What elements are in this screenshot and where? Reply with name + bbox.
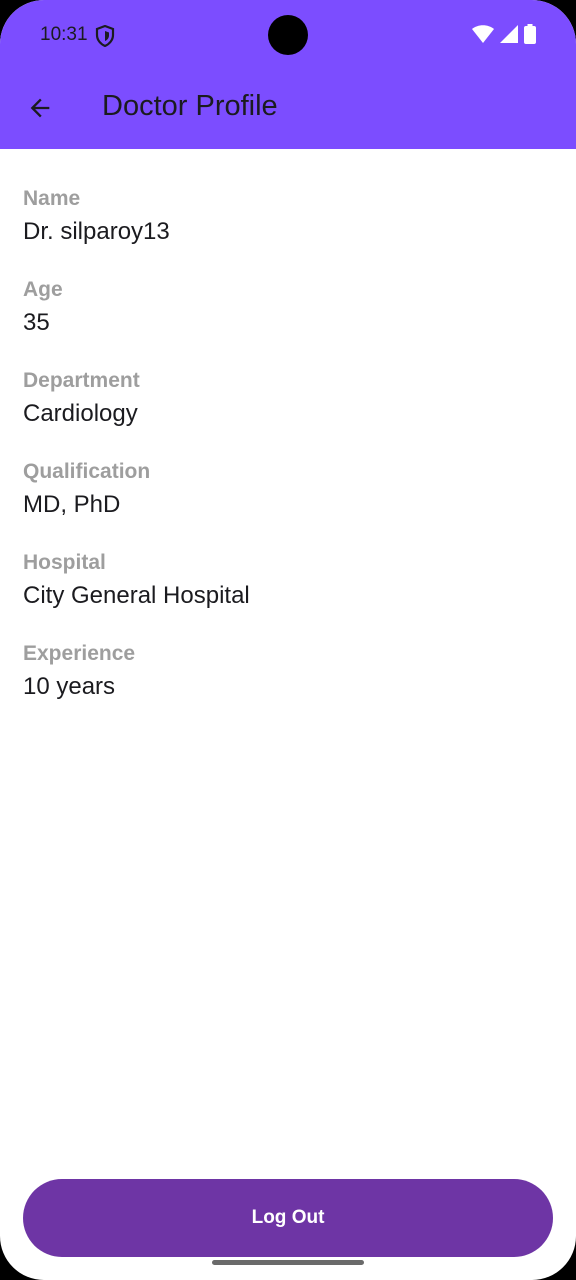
page-title: Doctor Profile	[102, 90, 278, 122]
system-icons	[472, 23, 536, 49]
field-value: Cardiology	[23, 400, 138, 427]
app-bar: Doctor Profile	[0, 70, 576, 149]
status-time: 10:31	[40, 24, 88, 45]
signal-icon	[500, 24, 518, 48]
field-value: 10 years	[23, 673, 116, 700]
wifi-icon	[472, 24, 494, 48]
profile-field-department: Department Cardiology	[23, 367, 553, 458]
profile-field-hospital: Hospital City General Hospital	[23, 549, 553, 640]
battery-icon	[524, 23, 536, 49]
field-value: Dr. silparoy13	[23, 218, 170, 245]
profile-field-name: Name Dr. silparoy13	[23, 185, 553, 276]
field-value: MD, PhD	[23, 491, 121, 518]
arrow-back-icon[interactable]	[22, 90, 58, 126]
doctor-profile-screen: 10:31 Doctor Profile Name Dr. silparoy13…	[0, 0, 576, 1280]
field-value: City General Hospital	[23, 582, 250, 609]
field-label: Name	[23, 187, 81, 210]
field-label: Hospital	[23, 551, 106, 574]
field-label: Age	[23, 278, 63, 301]
profile-field-age: Age 35	[23, 276, 553, 367]
field-label: Qualification	[23, 460, 151, 483]
home-indicator[interactable]	[212, 1260, 364, 1265]
logout-button[interactable]: Log Out	[23, 1179, 553, 1257]
shield-icon	[95, 24, 115, 48]
profile-field-qualification: Qualification MD, PhD	[23, 458, 553, 549]
profile-field-experience: Experience 10 years	[23, 640, 553, 731]
field-label: Experience	[23, 642, 136, 665]
field-label: Department	[23, 369, 140, 392]
field-value: 35	[23, 309, 50, 336]
camera-cutout	[268, 15, 308, 55]
status-bar: 10:31	[0, 0, 576, 70]
profile-details: Name Dr. silparoy13 Age 35 Department Ca…	[23, 185, 553, 731]
top-bar: 10:31 Doctor Profile	[0, 0, 576, 149]
